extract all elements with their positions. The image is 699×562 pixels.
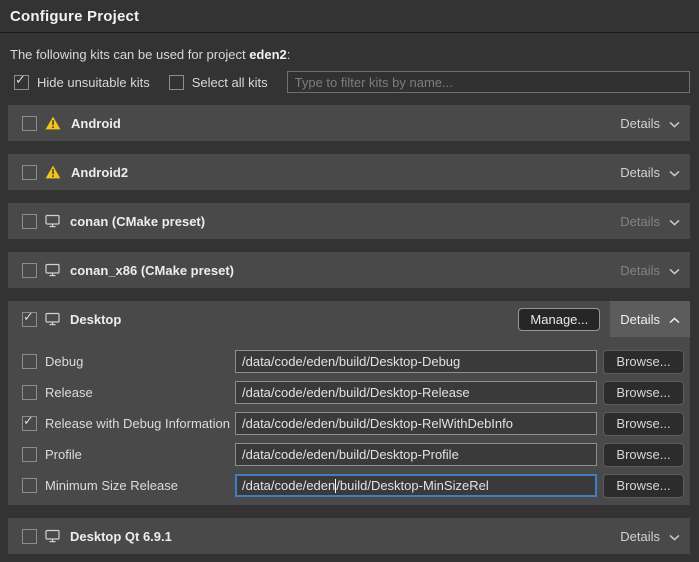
path-text: /data/code/eden	[242, 478, 335, 493]
browse-button[interactable]: Browse...	[603, 350, 684, 374]
build-config-row-relwithdebinfo: Release with Debug Information Browse...	[22, 412, 684, 435]
hide-unsuitable-kits-label: Hide unsuitable kits	[37, 75, 150, 90]
details-label: Details	[620, 214, 660, 229]
kit-list: Android Details Android2 Details	[8, 105, 690, 554]
kit-checkbox[interactable]	[22, 116, 37, 131]
build-dir-input[interactable]	[235, 350, 597, 373]
kit-name: Desktop Qt 6.9.1	[70, 529, 172, 544]
desktop-icon	[45, 312, 60, 326]
config-label: Debug	[45, 354, 83, 369]
description-text: The following kits can be used for proje…	[10, 47, 249, 62]
chevron-down-icon	[669, 219, 680, 226]
build-dir-input[interactable]	[235, 381, 597, 404]
details-label: Details	[620, 312, 660, 327]
warning-icon	[45, 165, 61, 179]
select-all-kits-checkbox[interactable]: Select all kits	[169, 75, 268, 90]
details-toggle[interactable]: Details	[610, 203, 690, 239]
kit-row-desktop: Desktop Manage... Details Debug Browse.	[8, 301, 690, 505]
desktop-icon	[45, 214, 60, 228]
kit-row-conan-x86: conan_x86 (CMake preset) Details	[8, 252, 690, 288]
checkbox-box[interactable]	[14, 75, 29, 90]
desktop-icon	[45, 263, 60, 277]
kit-name: Android	[71, 116, 121, 131]
kit-header[interactable]: Android2 Details	[8, 154, 690, 190]
kit-name: conan (CMake preset)	[70, 214, 205, 229]
kit-name: Desktop	[70, 312, 121, 327]
details-toggle[interactable]: Details	[610, 154, 690, 190]
project-name: eden2	[249, 47, 287, 62]
manage-button[interactable]: Manage...	[518, 308, 600, 331]
kit-row-android: Android Details	[8, 105, 690, 141]
kit-header[interactable]: Desktop Qt 6.9.1 Details	[8, 518, 690, 554]
kit-header[interactable]: conan (CMake preset) Details	[8, 203, 690, 239]
kit-row-desktop-qt: Desktop Qt 6.9.1 Details	[8, 518, 690, 554]
description-colon: :	[287, 47, 291, 62]
details-toggle[interactable]: Details	[610, 301, 690, 337]
desktop-build-configs: Debug Browse... Release Browse...	[8, 337, 690, 505]
kit-header[interactable]: Android Details	[8, 105, 690, 141]
config-checkbox[interactable]	[22, 385, 37, 400]
title-bar: Configure Project	[0, 0, 699, 33]
kit-header[interactable]: Desktop Manage... Details	[8, 301, 690, 337]
build-dir-input[interactable]	[235, 443, 597, 466]
build-config-row-minsizerel: Minimum Size Release /data/code/eden /bu…	[22, 474, 684, 497]
build-config-row-release: Release Browse...	[22, 381, 684, 404]
kit-checkbox[interactable]	[22, 529, 37, 544]
details-label: Details	[620, 529, 660, 544]
kit-name: Android2	[71, 165, 128, 180]
select-all-kits-label: Select all kits	[192, 75, 268, 90]
config-checkbox[interactable]	[22, 416, 37, 431]
warning-icon	[45, 116, 61, 130]
build-dir-input-focused[interactable]: /data/code/eden /build/Desktop-MinSizeRe…	[235, 474, 597, 497]
details-toggle[interactable]: Details	[610, 252, 690, 288]
kits-description: The following kits can be used for proje…	[10, 47, 690, 62]
page-title: Configure Project	[10, 8, 139, 25]
configure-project-panel: The following kits can be used for proje…	[0, 47, 699, 554]
chevron-down-icon	[669, 170, 680, 177]
chevron-down-icon	[669, 121, 680, 128]
path-text: /build/Desktop-MinSizeRel	[336, 478, 488, 493]
build-config-row-debug: Debug Browse...	[22, 350, 684, 373]
config-label: Minimum Size Release	[45, 478, 178, 493]
details-label: Details	[620, 165, 660, 180]
kit-checkbox[interactable]	[22, 214, 37, 229]
config-label: Profile	[45, 447, 82, 462]
details-toggle[interactable]: Details	[610, 105, 690, 141]
hide-unsuitable-kits-checkbox[interactable]: Hide unsuitable kits	[14, 75, 150, 90]
browse-button[interactable]: Browse...	[603, 412, 684, 436]
kit-filter-input[interactable]	[287, 71, 690, 93]
kit-header[interactable]: conan_x86 (CMake preset) Details	[8, 252, 690, 288]
desktop-icon	[45, 529, 60, 543]
config-label: Release with Debug Information	[45, 416, 230, 431]
browse-button[interactable]: Browse...	[603, 443, 684, 467]
details-label: Details	[620, 263, 660, 278]
build-dir-input[interactable]	[235, 412, 597, 435]
config-checkbox[interactable]	[22, 354, 37, 369]
kit-row-android2: Android2 Details	[8, 154, 690, 190]
config-label: Release	[45, 385, 93, 400]
chevron-up-icon	[669, 317, 680, 324]
build-config-row-profile: Profile Browse...	[22, 443, 684, 466]
filter-row: Hide unsuitable kits Select all kits	[8, 70, 690, 94]
browse-button[interactable]: Browse...	[603, 381, 684, 405]
kit-checkbox[interactable]	[22, 165, 37, 180]
chevron-down-icon	[669, 268, 680, 275]
browse-button[interactable]: Browse...	[603, 474, 684, 498]
kit-checkbox[interactable]	[22, 312, 37, 327]
details-label: Details	[620, 116, 660, 131]
chevron-down-icon	[669, 534, 680, 541]
config-checkbox[interactable]	[22, 447, 37, 462]
details-toggle[interactable]: Details	[610, 518, 690, 554]
kit-row-conan: conan (CMake preset) Details	[8, 203, 690, 239]
checkbox-box[interactable]	[169, 75, 184, 90]
config-checkbox[interactable]	[22, 478, 37, 493]
kit-name: conan_x86 (CMake preset)	[70, 263, 234, 278]
kit-checkbox[interactable]	[22, 263, 37, 278]
